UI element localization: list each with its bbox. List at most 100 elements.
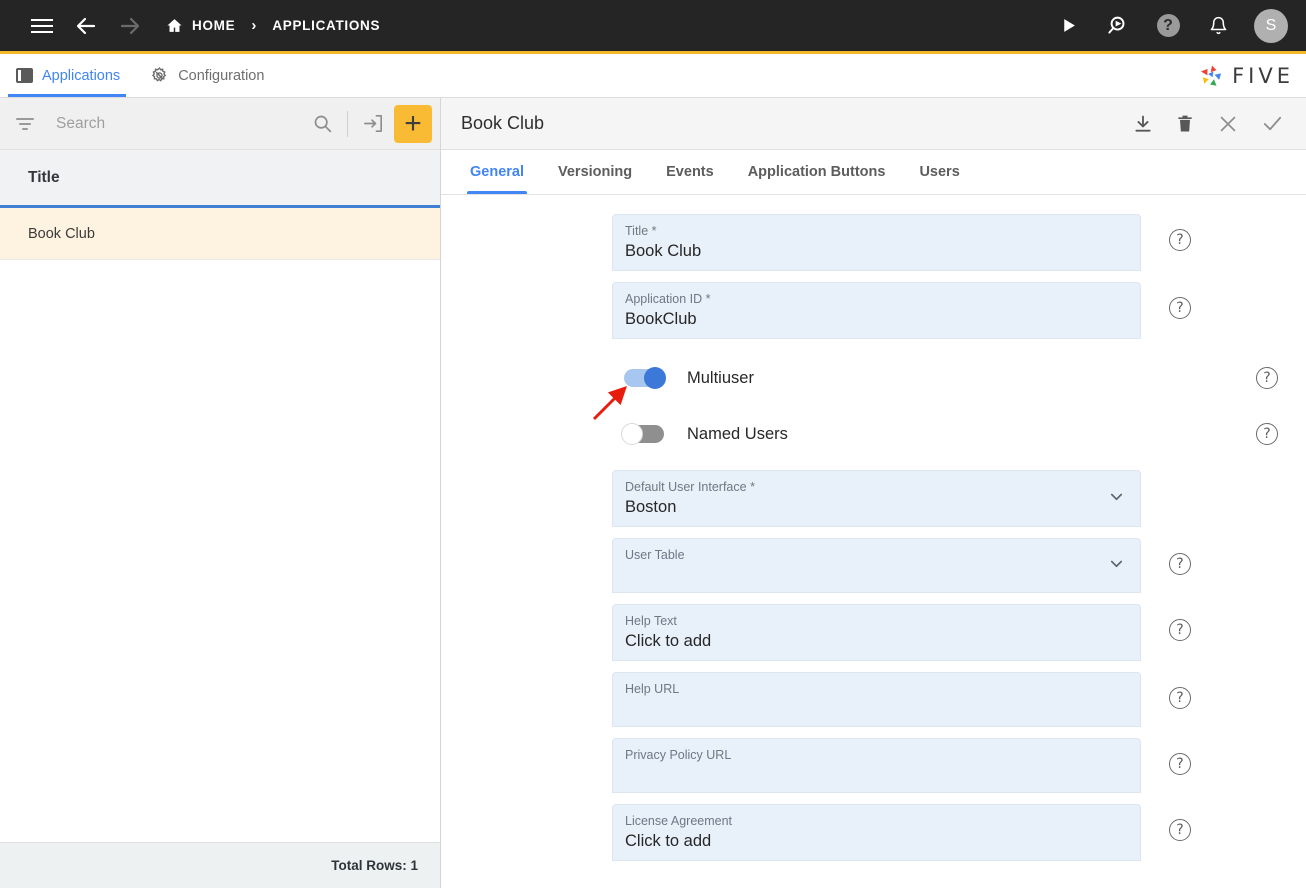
tab-versioning[interactable]: Versioning — [541, 150, 649, 194]
default-user-interface-label: Default User Interface * — [625, 480, 1126, 495]
help-text-field[interactable]: Help Text Click to add — [612, 604, 1141, 661]
help-icon-multiuser[interactable]: ? — [1256, 367, 1278, 389]
help-glyph: ? — [1176, 622, 1184, 638]
avatar-initial: S — [1265, 16, 1277, 34]
user-table-label: User Table — [625, 548, 685, 562]
tab-applications-label: Applications — [42, 67, 121, 84]
privacy-policy-url-field[interactable]: Privacy Policy URL — [612, 738, 1141, 793]
list-column-header[interactable]: Title — [0, 150, 440, 208]
tab-users[interactable]: Users — [902, 150, 976, 194]
close-icon[interactable] — [1217, 113, 1239, 135]
help-question-icon[interactable]: ? — [1146, 4, 1190, 48]
help-glyph: ? — [1263, 426, 1271, 442]
help-icon-user-table[interactable]: ? — [1169, 553, 1191, 575]
title-field-value: Book Club — [625, 242, 702, 260]
help-glyph: ? — [1176, 756, 1184, 772]
breadcrumb-applications: APPLICATIONS — [272, 18, 380, 33]
add-button-label: + — [404, 106, 422, 140]
help-glyph: ? — [1176, 556, 1184, 572]
notifications-bell-icon[interactable] — [1196, 4, 1240, 48]
tab-users-label: Users — [919, 164, 960, 180]
toggle-row-multiuser: Multiuser ? — [441, 350, 1306, 406]
play-icon[interactable] — [1046, 4, 1090, 48]
form-row-user-table: User Table ? — [441, 538, 1306, 593]
help-icon-application-id[interactable]: ? — [1169, 297, 1191, 319]
total-rows-status: Total Rows: 1 — [0, 842, 440, 888]
brand-logo: FIVE — [1199, 54, 1306, 97]
tab-applications[interactable]: Applications — [0, 54, 134, 97]
form-row-help-url: Help URL ? — [441, 672, 1306, 727]
help-url-field[interactable]: Help URL — [612, 672, 1141, 727]
search-input[interactable] — [56, 114, 307, 133]
required-marker: * — [705, 292, 711, 306]
tab-general[interactable]: General — [453, 150, 541, 194]
toggle-knob — [621, 423, 643, 445]
total-rows-label: Total Rows: 1 — [331, 858, 418, 873]
breadcrumb-home[interactable]: HOME — [166, 17, 235, 34]
title-field[interactable]: Title * Book Club — [612, 214, 1141, 271]
named-users-toggle[interactable] — [621, 423, 667, 445]
left-list-panel: + Title Book Club Total Rows: 1 — [0, 98, 441, 888]
search-run-icon[interactable] — [1096, 4, 1140, 48]
detail-panel: Book Club General Versioning Events Appl… — [441, 98, 1306, 888]
license-agreement-value: Click to add — [625, 832, 712, 850]
toggle-knob — [644, 367, 666, 389]
application-id-field-value: BookClub — [625, 310, 697, 328]
question-mark-glyph: ? — [1156, 14, 1180, 37]
filter-icon[interactable] — [14, 117, 36, 130]
form-row-help-text: Help Text Click to add ? — [441, 604, 1306, 661]
help-icon-privacy-policy-url[interactable]: ? — [1169, 753, 1191, 775]
help-text-label: Help Text — [625, 614, 677, 628]
form-row-title: Title * Book Club ? — [441, 214, 1306, 271]
chevron-down-icon[interactable] — [1107, 554, 1126, 578]
save-check-icon[interactable] — [1261, 112, 1284, 135]
privacy-policy-url-label: Privacy Policy URL — [625, 748, 732, 762]
hamburger-menu-icon[interactable] — [20, 4, 64, 48]
license-agreement-label: License Agreement — [625, 814, 733, 828]
tab-versioning-label: Versioning — [558, 164, 633, 180]
tab-events[interactable]: Events — [649, 150, 731, 194]
required-marker: * — [750, 480, 755, 494]
download-icon[interactable] — [1133, 114, 1153, 134]
help-glyph: ? — [1176, 232, 1184, 248]
tab-application-buttons[interactable]: Application Buttons — [731, 150, 903, 194]
help-icon-help-url[interactable]: ? — [1169, 687, 1191, 709]
column-header-title: Title — [28, 168, 60, 186]
help-icon-help-text[interactable]: ? — [1169, 619, 1191, 641]
panel-icon — [16, 68, 33, 83]
help-url-label: Help URL — [625, 682, 680, 696]
application-id-field-label: Application ID * — [625, 292, 1126, 307]
home-icon — [167, 19, 182, 32]
default-user-interface-label-text: Default User Interface — [625, 480, 747, 494]
required-marker: * — [651, 224, 657, 238]
search-icon[interactable] — [307, 109, 337, 139]
user-table-select[interactable]: User Table — [612, 538, 1141, 593]
detail-header: Book Club — [441, 98, 1306, 150]
add-application-button[interactable]: + — [394, 104, 432, 143]
application-id-field[interactable]: Application ID * BookClub — [612, 282, 1141, 339]
multiuser-label: Multiuser — [687, 368, 754, 387]
top-navigation-bar: HOME › APPLICATIONS ? S — [0, 0, 1306, 54]
forward-arrow-icon — [108, 4, 152, 48]
import-into-box-icon[interactable] — [358, 109, 388, 139]
search-toolbar: + — [0, 98, 440, 150]
default-user-interface-select[interactable]: Default User Interface * Boston — [612, 470, 1141, 527]
help-icon-license-agreement[interactable]: ? — [1169, 819, 1191, 841]
license-agreement-field[interactable]: License Agreement Click to add — [612, 804, 1141, 861]
help-icon-named-users[interactable]: ? — [1256, 423, 1278, 445]
form-row-default-user-interface: Default User Interface * Boston — [441, 470, 1306, 527]
back-arrow-icon[interactable] — [64, 4, 108, 48]
tab-configuration[interactable]: Configuration — [134, 54, 278, 97]
list-item[interactable]: Book Club — [0, 208, 440, 260]
detail-tabs: General Versioning Events Application Bu… — [441, 150, 1306, 195]
form-row-application-id: Application ID * BookClub ? — [441, 282, 1306, 339]
multiuser-toggle[interactable] — [621, 367, 667, 389]
delete-icon[interactable] — [1175, 114, 1195, 134]
help-icon-title[interactable]: ? — [1169, 229, 1191, 251]
chevron-down-icon[interactable] — [1107, 487, 1126, 511]
five-pinwheel-icon — [1201, 65, 1222, 86]
user-avatar[interactable]: S — [1254, 8, 1288, 43]
toolbar-divider — [347, 110, 348, 137]
title-label-text: Title — [625, 224, 649, 238]
breadcrumb-current-label: APPLICATIONS — [272, 18, 381, 33]
